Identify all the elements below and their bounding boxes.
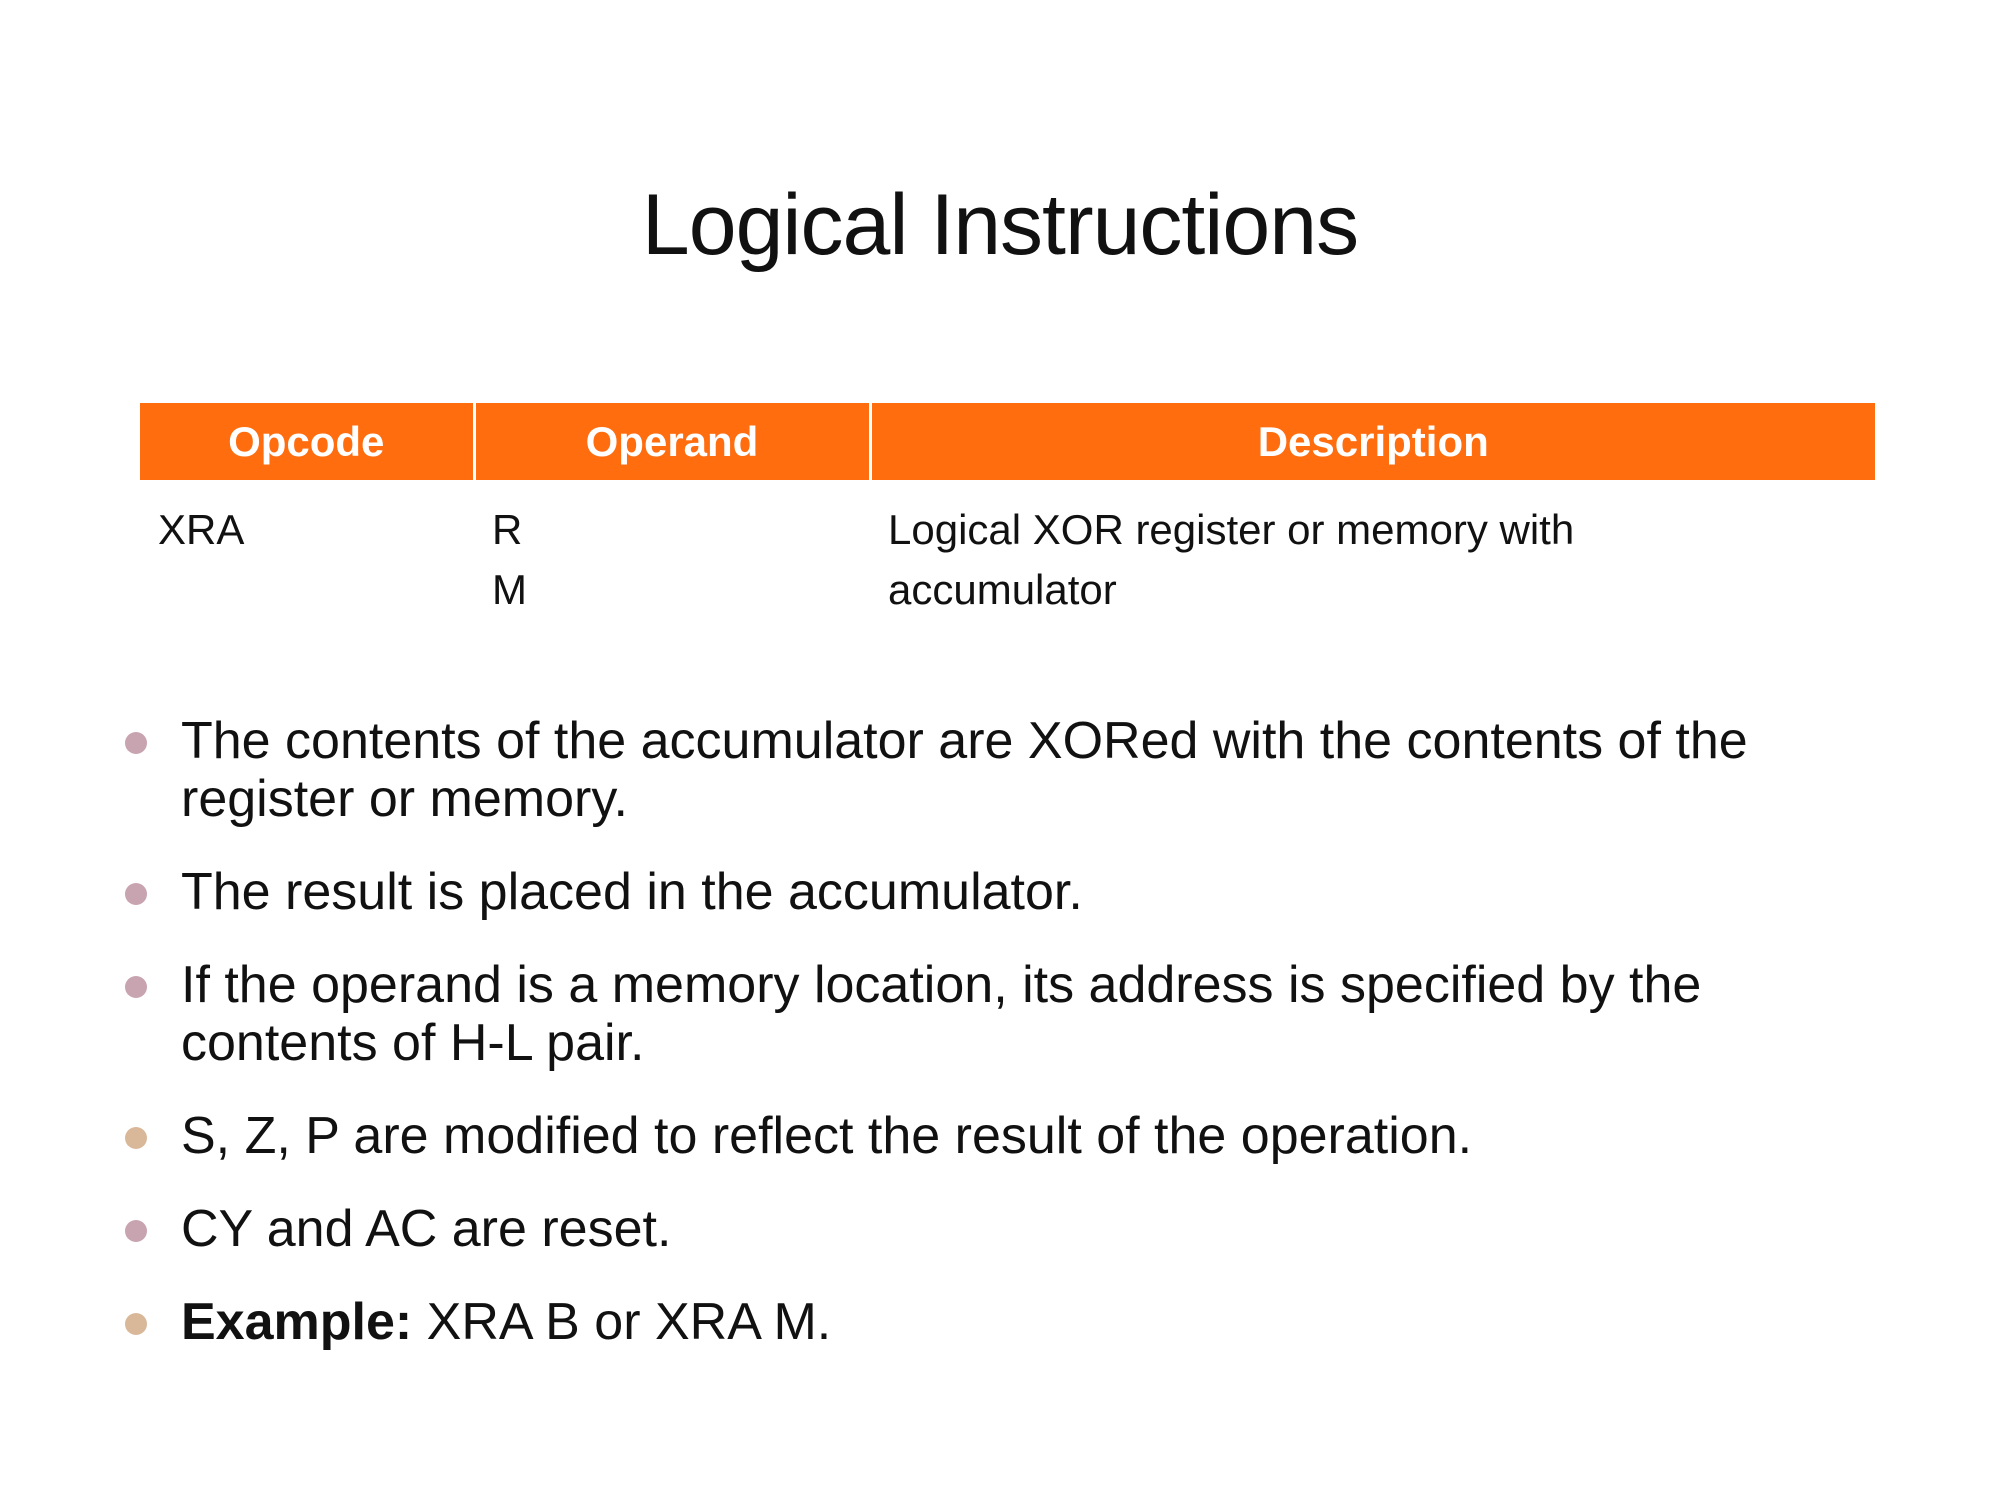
bullet-item: If the operand is a memory location, its… xyxy=(125,956,1915,1072)
example-text: XRA B or XRA M. xyxy=(412,1293,832,1351)
bullet-text: Example: XRA B or XRA M. xyxy=(181,1293,831,1351)
table-header-row: Opcode Operand Description xyxy=(140,403,1875,480)
opcode-value: XRA xyxy=(158,506,245,553)
operand-value-m: M xyxy=(492,566,527,613)
description-line-1: Logical XOR register or memory with xyxy=(888,506,1575,553)
example-label: Example: xyxy=(181,1293,413,1351)
bullet-dot-icon xyxy=(125,732,147,754)
bullet-dot-icon xyxy=(125,976,147,998)
bullet-dot-icon xyxy=(125,1313,147,1335)
header-description: Description xyxy=(868,403,1875,480)
bullet-text: CY and AC are reset. xyxy=(181,1200,672,1258)
header-opcode: Opcode xyxy=(140,403,474,480)
bullet-dot-icon xyxy=(125,1127,147,1149)
bullet-text: If the operand is a memory location, its… xyxy=(181,956,1702,1072)
cell-description: Logical XOR register or memory with accu… xyxy=(870,480,1875,620)
header-operand: Operand xyxy=(472,403,870,480)
operand-value-r: R xyxy=(492,506,523,553)
bullet-item: The contents of the accumulator are XORe… xyxy=(125,712,1915,828)
slide: Logical Instructions Opcode Operand Desc… xyxy=(0,0,2000,1500)
bullet-item: S, Z, P are modified to reflect the resu… xyxy=(125,1107,1915,1165)
instruction-table: Opcode Operand Description XRA R M Logic… xyxy=(140,403,1875,620)
bullet-text: S, Z, P are modified to reflect the resu… xyxy=(181,1107,1473,1165)
instruction-table-container: Opcode Operand Description XRA R M Logic… xyxy=(140,403,1875,620)
slide-title: Logical Instructions xyxy=(641,177,1359,273)
bullet-dot-icon xyxy=(125,883,147,905)
cell-operand: R M xyxy=(474,480,870,620)
bullet-item: CY and AC are reset. xyxy=(125,1200,1915,1258)
description-line-2: accumulator xyxy=(888,566,1117,613)
bullet-text: The result is placed in the accumulator. xyxy=(181,863,1083,921)
bullet-item: Example: XRA B or XRA M. xyxy=(125,1293,1915,1351)
bullet-text: The contents of the accumulator are XORe… xyxy=(181,712,1748,828)
bullet-item: The result is placed in the accumulator. xyxy=(125,863,1915,921)
cell-opcode: XRA xyxy=(140,480,474,620)
table-row: XRA R M Logical XOR register or memory w… xyxy=(140,480,1875,620)
bullet-dot-icon xyxy=(125,1220,147,1242)
bullet-list: The contents of the accumulator are XORe… xyxy=(125,712,1915,1386)
